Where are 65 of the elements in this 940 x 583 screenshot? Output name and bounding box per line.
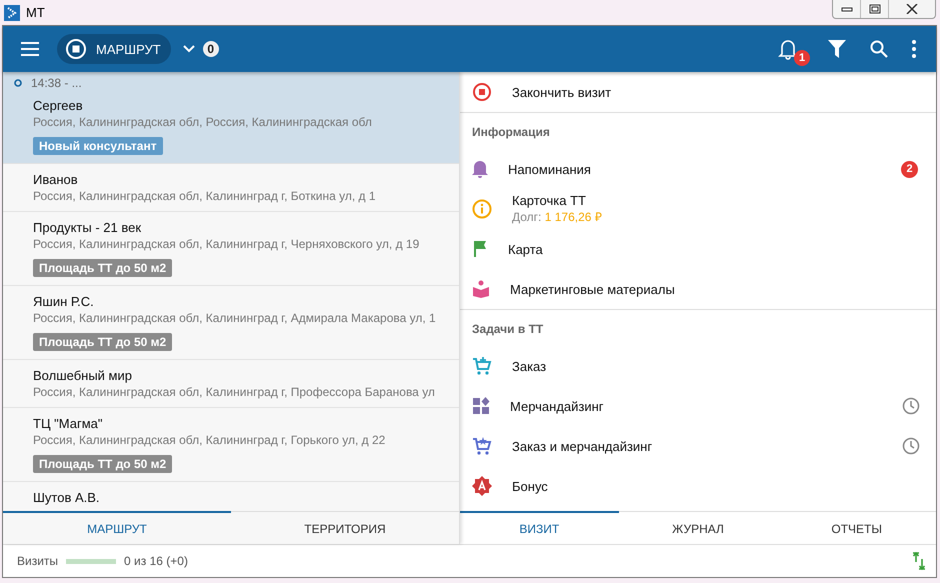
cart-plus-icon bbox=[472, 356, 492, 376]
outlet-name: Шутов А.В. bbox=[33, 490, 100, 505]
outlet-address: Россия, Калининградская обл, Калининград г, Черняховского ул, д 19 bbox=[33, 237, 420, 251]
window-title: МТ bbox=[26, 5, 45, 20]
section-header: Информация bbox=[471, 124, 551, 141]
outlet-name: Яшин Р.С. bbox=[33, 294, 94, 309]
outlet-address: Россия, Калининградская обл, Калининград г, Профессора Баранова ул bbox=[33, 385, 435, 399]
flag-icon bbox=[472, 240, 488, 258]
outlet-address: Россия, Калининградская обл, Калининград г, Адмирала Макарова ул, 1 bbox=[33, 311, 436, 325]
outlet-name: ТЦ "Магма" bbox=[33, 416, 103, 431]
outlet-name: Сергеев bbox=[33, 98, 83, 113]
outlet-tag: Площадь ТТ до 50 м2 bbox=[33, 333, 172, 351]
bonus-badge-icon bbox=[472, 476, 492, 496]
outlet-name: Продукты - 21 век bbox=[33, 220, 142, 235]
menu-item[interactable]: Заказ и мерчандайзинг bbox=[460, 426, 936, 466]
menu-item[interactable]: Бонус bbox=[460, 466, 936, 506]
end-visit-item[interactable]: Закончить визит bbox=[460, 72, 936, 113]
outlet-address: Россия, Калининградская обл, Калининград г, Горького ул, д 22 bbox=[33, 433, 386, 447]
minimize-icon bbox=[840, 5, 852, 13]
cart-star-icon bbox=[472, 436, 492, 456]
route-list-item[interactable]: Иванов Россия, Калининградская обл, Калининград г, Боткина ул, д 1 bbox=[3, 164, 459, 212]
visits-count: 0 из 16 (+0) bbox=[124, 554, 188, 568]
menu-item[interactable]: Мерчандайзинг bbox=[460, 386, 936, 426]
tab[interactable]: ТЕРРИТОРИЯ bbox=[231, 511, 459, 544]
menu-item[interactable]: Маркетинговые материалы bbox=[460, 269, 936, 309]
status-circle-icon bbox=[14, 79, 22, 87]
bell-icon bbox=[472, 160, 488, 178]
tab[interactable]: ВИЗИТ bbox=[460, 511, 619, 544]
visits-label: Визиты bbox=[17, 554, 58, 568]
route-list-item[interactable]: Продукты - 21 век Россия, Калининградская обл, Калининград г, Черняховского ул, д 19 Площадь ТТ до 50 м2 bbox=[3, 212, 459, 286]
stop-icon bbox=[65, 38, 87, 60]
widgets-icon bbox=[472, 397, 490, 415]
tab[interactable]: МАРШРУТ bbox=[3, 511, 231, 544]
maximize-icon bbox=[868, 4, 880, 14]
outlet-tag: Новый консультант bbox=[33, 137, 163, 155]
count-badge: 2 bbox=[901, 160, 918, 178]
visit-time: 14:38 - ... bbox=[31, 76, 82, 90]
menu-item[interactable]: Заказ bbox=[460, 346, 936, 386]
route-list-item[interactable]: Волшебный мир Россия, Калининградская обл, Калининград г, Профессора Баранова ул bbox=[3, 360, 459, 408]
debt-text: Долг: 1 176,26 ₽ bbox=[512, 209, 603, 225]
outlet-name: Иванов bbox=[33, 172, 78, 187]
notifications-button[interactable]: 1 bbox=[768, 32, 808, 66]
outlet-address: Россия, Калининградская обл, Калининград г, Боткина ул, д 1 bbox=[33, 189, 376, 203]
book-reader-icon bbox=[472, 280, 490, 298]
close-icon bbox=[906, 4, 918, 14]
route-list-item[interactable]: ТЦ "Магма" Россия, Калининградская обл, Калининград г, Горького ул, д 22 Площадь ТТ до 50 м2 bbox=[3, 408, 459, 482]
menu-item[interactable]: Карта bbox=[460, 229, 936, 269]
bell-icon bbox=[778, 38, 798, 60]
info-icon bbox=[472, 199, 492, 219]
app-logo-icon bbox=[4, 4, 20, 20]
tab[interactable]: ОТЧЕТЫ bbox=[777, 511, 936, 544]
route-list-item[interactable]: Яшин Р.С. Россия, Калининградская обл, Калининград г, Адмирала Макарова ул, 1 Площадь ТТ до 50 м2 bbox=[3, 286, 459, 360]
tab[interactable]: ЖУРНАЛ bbox=[618, 511, 778, 544]
count-badge: 0 bbox=[202, 41, 219, 57]
route-button[interactable]: МАРШРУТ bbox=[57, 34, 171, 64]
section-header: Задачи в ТТ bbox=[471, 321, 544, 338]
outlet-tag: Площадь ТТ до 50 м2 bbox=[33, 455, 172, 473]
outlet-tag: Площадь ТТ до 50 м2 bbox=[33, 259, 172, 277]
route-list-item[interactable]: 14:38 - ... Сергеев Россия, Калининградская обл, Россия, Калининградская обл Новый консультант bbox=[3, 72, 459, 164]
outlet-name: Волшебный мир bbox=[33, 368, 132, 383]
outlet-address: Россия, Калининградская обл, Россия, Калининградская обл bbox=[33, 115, 372, 129]
notification-badge: 1 bbox=[794, 50, 810, 66]
stop-icon bbox=[472, 82, 492, 102]
menu-item[interactable]: Карточка ТТ Долг: 1 176,26 ₽ bbox=[460, 189, 936, 229]
menu-item[interactable]: Напоминания 2 bbox=[460, 149, 936, 189]
